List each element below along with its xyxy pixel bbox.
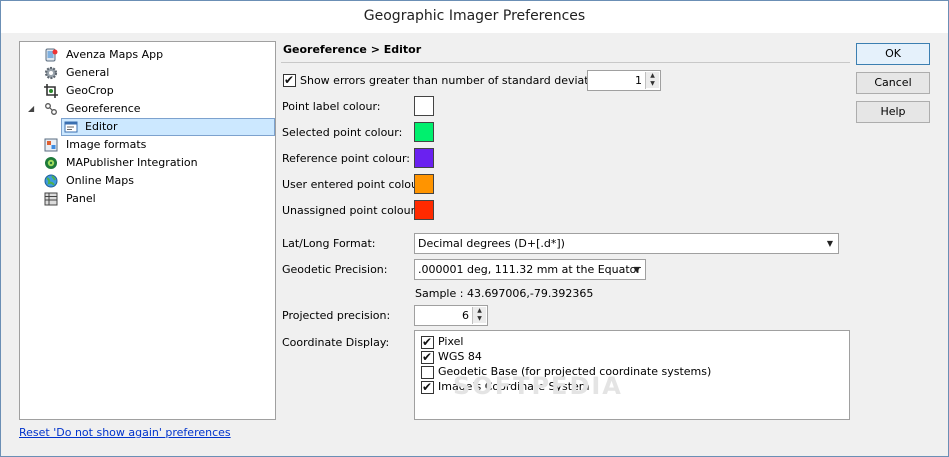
coordinate-option-label: Geodetic Base (for projected coordinate … <box>438 365 712 378</box>
tree-item-label: Avenza Maps App <box>66 48 164 61</box>
panel-divider <box>281 62 850 63</box>
georeference-icon <box>44 102 58 116</box>
selected-point-colour-swatch[interactable] <box>414 122 434 142</box>
image-formats-icon <box>44 138 58 152</box>
user-entered-point-colour-swatch[interactable] <box>414 174 434 194</box>
coordinate-option-checkbox[interactable] <box>421 379 434 395</box>
ok-button[interactable]: OK <box>856 43 930 65</box>
arrow-up-icon[interactable]: ▲ <box>473 307 486 315</box>
coordinate-option-wgs84[interactable]: WGS 84 <box>421 349 482 365</box>
std-dev-stepper[interactable]: 1 ▲ ▼ <box>587 70 661 91</box>
tree-item-general[interactable]: General <box>20 64 275 82</box>
point-label-colour-label: Point label colour: <box>282 100 381 113</box>
preferences-tree[interactable]: Avenza Maps App General GeoCrop ◢ Georef… <box>19 41 276 420</box>
coordinate-option-checkbox[interactable] <box>421 334 434 350</box>
tree-item-online-maps[interactable]: Online Maps <box>20 172 275 190</box>
selected-point-colour-label: Selected point colour: <box>282 126 403 139</box>
tree-item-geocrop[interactable]: GeoCrop <box>20 82 275 100</box>
tree-item-label: MAPublisher Integration <box>66 156 198 169</box>
reference-point-colour-swatch[interactable] <box>414 148 434 168</box>
reset-preferences-link[interactable]: Reset 'Do not show again' preferences <box>19 426 231 439</box>
window-title: Geographic Imager Preferences <box>1 1 948 33</box>
help-button[interactable]: Help <box>856 101 930 123</box>
chevron-down-icon: ▼ <box>633 265 640 274</box>
projected-precision-value: 6 <box>462 309 469 322</box>
projected-precision-stepper[interactable]: 6 ▲ ▼ <box>414 305 488 326</box>
coordinate-display-label: Coordinate Display: <box>282 336 390 349</box>
coordinate-option-label: Image's Coordinate System <box>438 380 590 393</box>
tree-item-mapublisher-integration[interactable]: MAPublisher Integration <box>20 154 275 172</box>
stepper-arrows[interactable]: ▲ ▼ <box>472 307 486 324</box>
show-errors-label: Show errors greater than number of stand… <box>300 74 615 87</box>
tree-item-label: General <box>66 66 110 79</box>
tree-item-label: Georeference <box>66 102 141 115</box>
unassigned-point-colour-label: Unassigned point colour: <box>282 204 419 217</box>
arrow-down-icon[interactable]: ▼ <box>646 80 659 88</box>
std-dev-value: 1 <box>635 74 642 87</box>
arrow-up-icon[interactable]: ▲ <box>646 72 659 80</box>
dialog-client: Avenza Maps App General GeoCrop ◢ Georef… <box>1 33 948 456</box>
geodetic-precision-label: Geodetic Precision: <box>282 263 388 276</box>
show-errors-checkbox[interactable] <box>283 72 296 88</box>
projected-precision-label: Projected precision: <box>282 309 391 322</box>
user-entered-point-colour-label: User entered point colour: <box>282 178 427 191</box>
coordinate-option-label: Pixel <box>438 335 464 348</box>
sample-text: Sample : 43.697006,-79.392365 <box>415 287 594 300</box>
globe-icon <box>44 174 58 188</box>
tree-item-avenza-maps-app[interactable]: Avenza Maps App <box>20 46 275 64</box>
cancel-button[interactable]: Cancel <box>856 72 930 94</box>
stepper-arrows[interactable]: ▲ ▼ <box>645 72 659 89</box>
latlong-format-select[interactable]: Decimal degrees (D+[.d*]) ▼ <box>414 233 839 254</box>
tree-item-panel[interactable]: Panel <box>20 190 275 208</box>
reference-point-colour-label: Reference point colour: <box>282 152 411 165</box>
tree-item-editor[interactable]: Editor <box>20 118 275 136</box>
tree-item-label: Editor <box>85 120 118 133</box>
chevron-down-icon: ▼ <box>826 239 833 248</box>
unassigned-point-colour-swatch[interactable] <box>414 200 434 220</box>
panel-icon <box>44 192 58 206</box>
avenza-maps-icon <box>44 48 58 62</box>
coordinate-display-list[interactable]: Pixel WGS 84 Geodetic Base (for projecte… <box>414 330 850 420</box>
geodetic-precision-select[interactable]: .000001 deg, 111.32 mm at the Equator ▼ <box>414 259 646 280</box>
coordinate-option-label: WGS 84 <box>438 350 482 363</box>
tree-item-image-formats[interactable]: Image formats <box>20 136 275 154</box>
coordinate-option-image-coordinate-system[interactable]: Image's Coordinate System <box>421 379 590 395</box>
tree-item-label: Online Maps <box>66 174 134 187</box>
expand-triangle-icon[interactable]: ◢ <box>28 100 38 118</box>
mapublisher-icon <box>44 156 58 170</box>
coordinate-option-checkbox[interactable] <box>421 349 434 365</box>
preferences-window: Geographic Imager Preferences Avenza Map… <box>0 0 949 457</box>
tree-item-label: Image formats <box>66 138 147 151</box>
crop-icon <box>44 84 58 98</box>
tree-item-georeference[interactable]: ◢ Georeference <box>20 100 275 118</box>
point-label-colour-swatch[interactable] <box>414 96 434 116</box>
tree-item-label: Panel <box>66 192 96 205</box>
gear-icon <box>44 66 58 80</box>
coordinate-option-checkbox[interactable] <box>421 365 434 379</box>
latlong-format-value: Decimal degrees (D+[.d*]) <box>418 237 565 250</box>
latlong-format-label: Lat/Long Format: <box>282 237 376 250</box>
panel-title: Georeference > Editor <box>283 43 422 56</box>
tree-item-label: GeoCrop <box>66 84 114 97</box>
arrow-down-icon[interactable]: ▼ <box>473 315 486 323</box>
editor-icon <box>64 120 78 134</box>
geodetic-precision-value: .000001 deg, 111.32 mm at the Equator <box>418 263 641 276</box>
